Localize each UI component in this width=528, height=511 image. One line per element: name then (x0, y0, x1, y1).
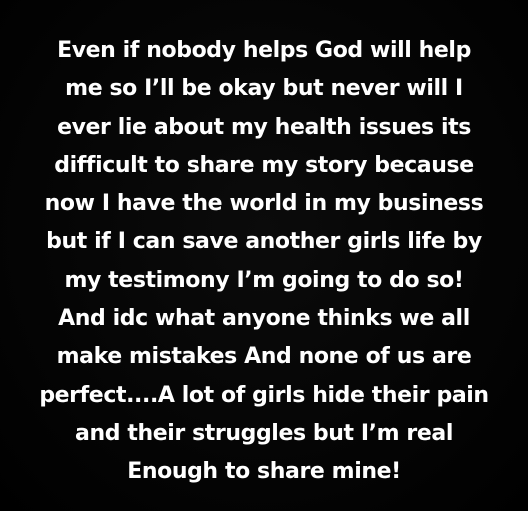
story-line-3: ever lie about my health issues its (57, 114, 471, 140)
story-line-8: And idc what anyone thinks we all (58, 306, 470, 332)
story-screen: Even if nobody helps God will help me so… (0, 0, 528, 511)
story-line-6: but if I can save another girls life by (46, 229, 482, 255)
story-line-12: Enough to share mine! (127, 459, 401, 485)
story-line-7: my testimony I’m going to do so! (64, 267, 464, 293)
story-line-9: make mistakes And none of us are (56, 344, 472, 370)
story-line-4: difficult to share my story because (54, 152, 474, 178)
story-line-2: me so I’ll be okay but never will I (65, 76, 463, 102)
story-text: Even if nobody helps God will help me so… (0, 32, 528, 492)
story-line-1: Even if nobody helps God will help (57, 38, 471, 63)
story-line-5: now I have the world in my business (44, 191, 484, 217)
story-line-10: perfect....A lot of girls hide their pai… (39, 382, 489, 408)
story-line-11: and their struggles but I’m real (75, 420, 453, 446)
